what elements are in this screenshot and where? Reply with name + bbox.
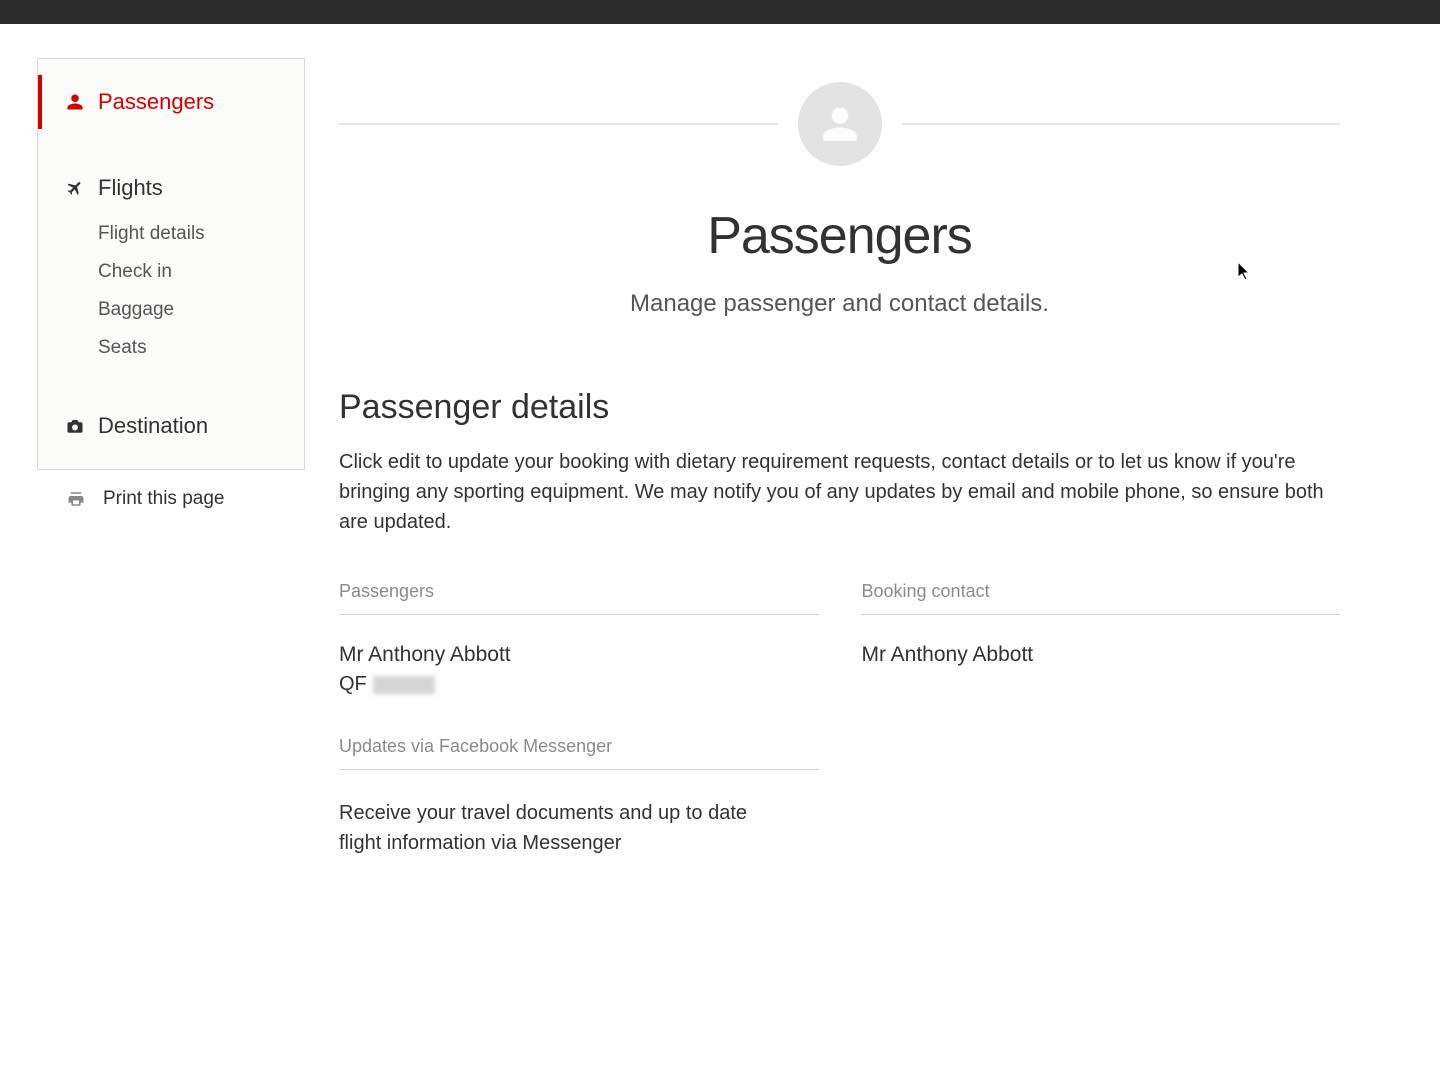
- sidebar-passengers-label: Passengers: [98, 89, 214, 115]
- hero: [339, 82, 1340, 166]
- sidebar-item-destination[interactable]: Destination: [38, 399, 304, 453]
- passenger-name: Mr Anthony Abbott: [339, 643, 818, 667]
- passengers-column: Passengers Mr Anthony Abbott QF Updates …: [339, 581, 818, 858]
- top-bar: [0, 0, 1440, 24]
- person-icon: [66, 93, 84, 111]
- hero-divider-left: [339, 123, 778, 125]
- section-title-passenger-details: Passenger details: [339, 388, 1340, 427]
- page-title: Passengers: [339, 206, 1340, 266]
- print-icon: [67, 490, 85, 508]
- sidebar-sub-check-in[interactable]: Check in: [38, 253, 304, 291]
- print-label: Print this page: [103, 488, 224, 510]
- sidebar-destination-label: Destination: [98, 413, 208, 439]
- passengers-header: Passengers: [339, 581, 818, 615]
- booking-contact-header: Booking contact: [862, 581, 1341, 615]
- plane-icon: [66, 179, 84, 197]
- sidebar-item-flights[interactable]: Flights: [38, 161, 304, 215]
- avatar-circle: [798, 82, 882, 166]
- page-subtitle: Manage passenger and contact details.: [339, 290, 1340, 318]
- booking-contact-column: Booking contact Mr Anthony Abbott: [862, 581, 1341, 858]
- sidebar-sub-baggage[interactable]: Baggage: [38, 291, 304, 329]
- sidebar-sub-flight-details[interactable]: Flight details: [38, 215, 304, 253]
- sidebar-item-passengers[interactable]: Passengers: [38, 75, 304, 129]
- hero-divider-right: [902, 123, 1341, 125]
- main-content: Passengers Manage passenger and contact …: [305, 58, 1440, 898]
- passenger-code-redacted: [373, 676, 435, 694]
- sidebar-sub-seats[interactable]: Seats: [38, 329, 304, 367]
- booking-contact-name: Mr Anthony Abbott: [862, 643, 1341, 667]
- sidebar-nav: Passengers Flights Flight details Check …: [37, 58, 305, 470]
- section-desc: Click edit to update your booking with d…: [339, 447, 1340, 537]
- passenger-code: QF: [339, 673, 818, 696]
- sidebar: Passengers Flights Flight details Check …: [37, 58, 305, 898]
- camera-icon: [66, 417, 84, 435]
- sidebar-flights-label: Flights: [98, 175, 163, 201]
- messenger-header: Updates via Facebook Messenger: [339, 736, 818, 770]
- messenger-desc: Receive your travel documents and up to …: [339, 798, 759, 858]
- print-this-page[interactable]: Print this page: [37, 470, 305, 510]
- passenger-code-prefix: QF: [339, 673, 367, 696]
- person-icon: [820, 104, 860, 144]
